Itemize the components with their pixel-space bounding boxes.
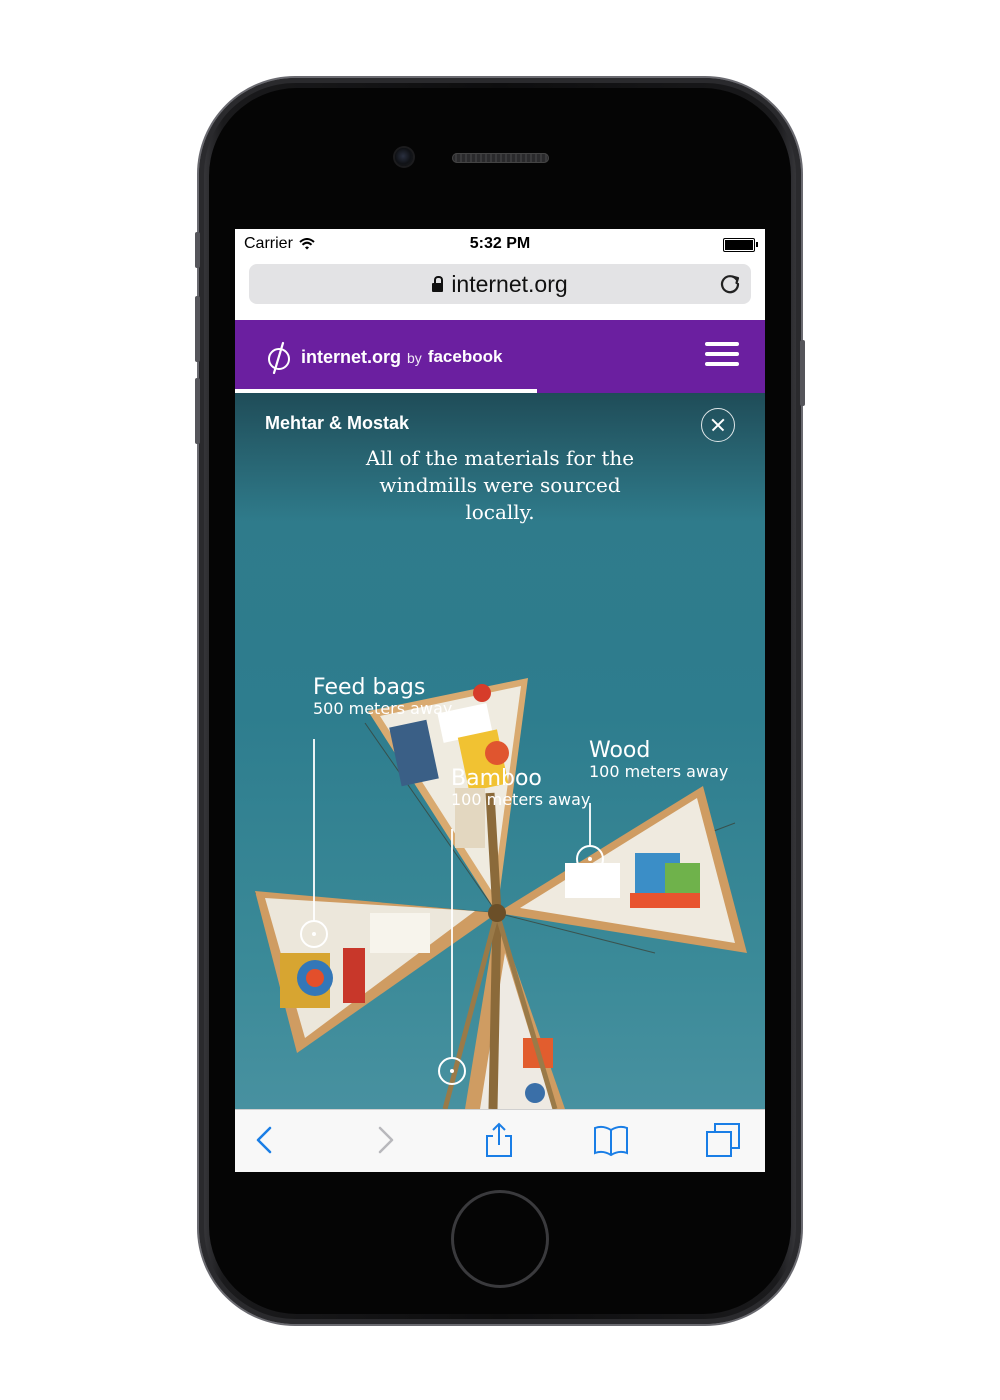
callout-bamboo: Bamboo 100 meters away	[451, 767, 590, 809]
hotspot-feed-bags[interactable]	[300, 920, 328, 948]
story-title: Mehtar & Mostak	[265, 413, 410, 433]
browser-toolbar	[235, 1109, 765, 1172]
callout-name: Bamboo	[451, 766, 542, 791]
brand-logo[interactable]: internet.org by facebook	[265, 340, 502, 374]
brand-name: internet.org	[301, 346, 402, 367]
tabs-icon[interactable]	[705, 1122, 741, 1158]
url-text: internet.org	[451, 270, 568, 297]
callout-feed-bags: Feed bags 500 meters away	[313, 676, 452, 718]
callout-distance: 100 meters away	[589, 762, 729, 781]
callout-line-feed-bags	[313, 739, 315, 921]
callout-distance: 100 meters away	[451, 790, 591, 809]
volume-down-button	[195, 378, 200, 444]
bookmarks-icon[interactable]	[593, 1122, 629, 1158]
address-bar[interactable]: internet.org	[249, 264, 751, 304]
hotspot-wood[interactable]	[576, 845, 604, 873]
battery-icon	[723, 238, 758, 252]
earpiece-speaker	[452, 153, 549, 163]
callout-wood: Wood 100 meters away	[589, 739, 728, 781]
close-icon[interactable]	[701, 408, 735, 442]
site-header: internet.org by facebook	[235, 320, 765, 389]
mute-switch	[195, 232, 200, 268]
lock-icon	[432, 275, 444, 292]
internet-org-logo-icon	[268, 341, 290, 374]
back-icon[interactable]	[247, 1122, 283, 1158]
front-camera	[395, 148, 413, 166]
callout-line-wood	[589, 803, 591, 846]
browser-chrome: internet.org	[235, 259, 765, 320]
hotspot-bamboo[interactable]	[438, 1057, 466, 1085]
callout-name: Wood	[589, 738, 651, 763]
share-icon[interactable]	[481, 1122, 517, 1158]
power-button	[800, 340, 805, 406]
phone-screen: Carrier 5:32 PM internet.org internet.or…	[235, 229, 765, 1172]
menu-icon[interactable]	[705, 342, 739, 366]
story-headline: All of the materials for the windmills w…	[365, 446, 635, 524]
brand-by: by	[407, 350, 422, 366]
story-panel: Mehtar & Mostak All of the materials for…	[235, 393, 765, 1109]
status-bar: Carrier 5:32 PM	[235, 229, 765, 259]
callout-name: Feed bags	[313, 675, 426, 700]
home-button[interactable]	[454, 1193, 546, 1285]
reload-icon[interactable]	[717, 271, 743, 297]
status-time: 5:32 PM	[469, 235, 531, 252]
callout-distance: 500 meters away	[313, 699, 453, 718]
volume-up-button	[195, 296, 200, 362]
brand-partner: facebook	[427, 347, 503, 366]
forward-icon[interactable]	[367, 1122, 403, 1158]
callout-line-bamboo	[451, 829, 453, 1058]
